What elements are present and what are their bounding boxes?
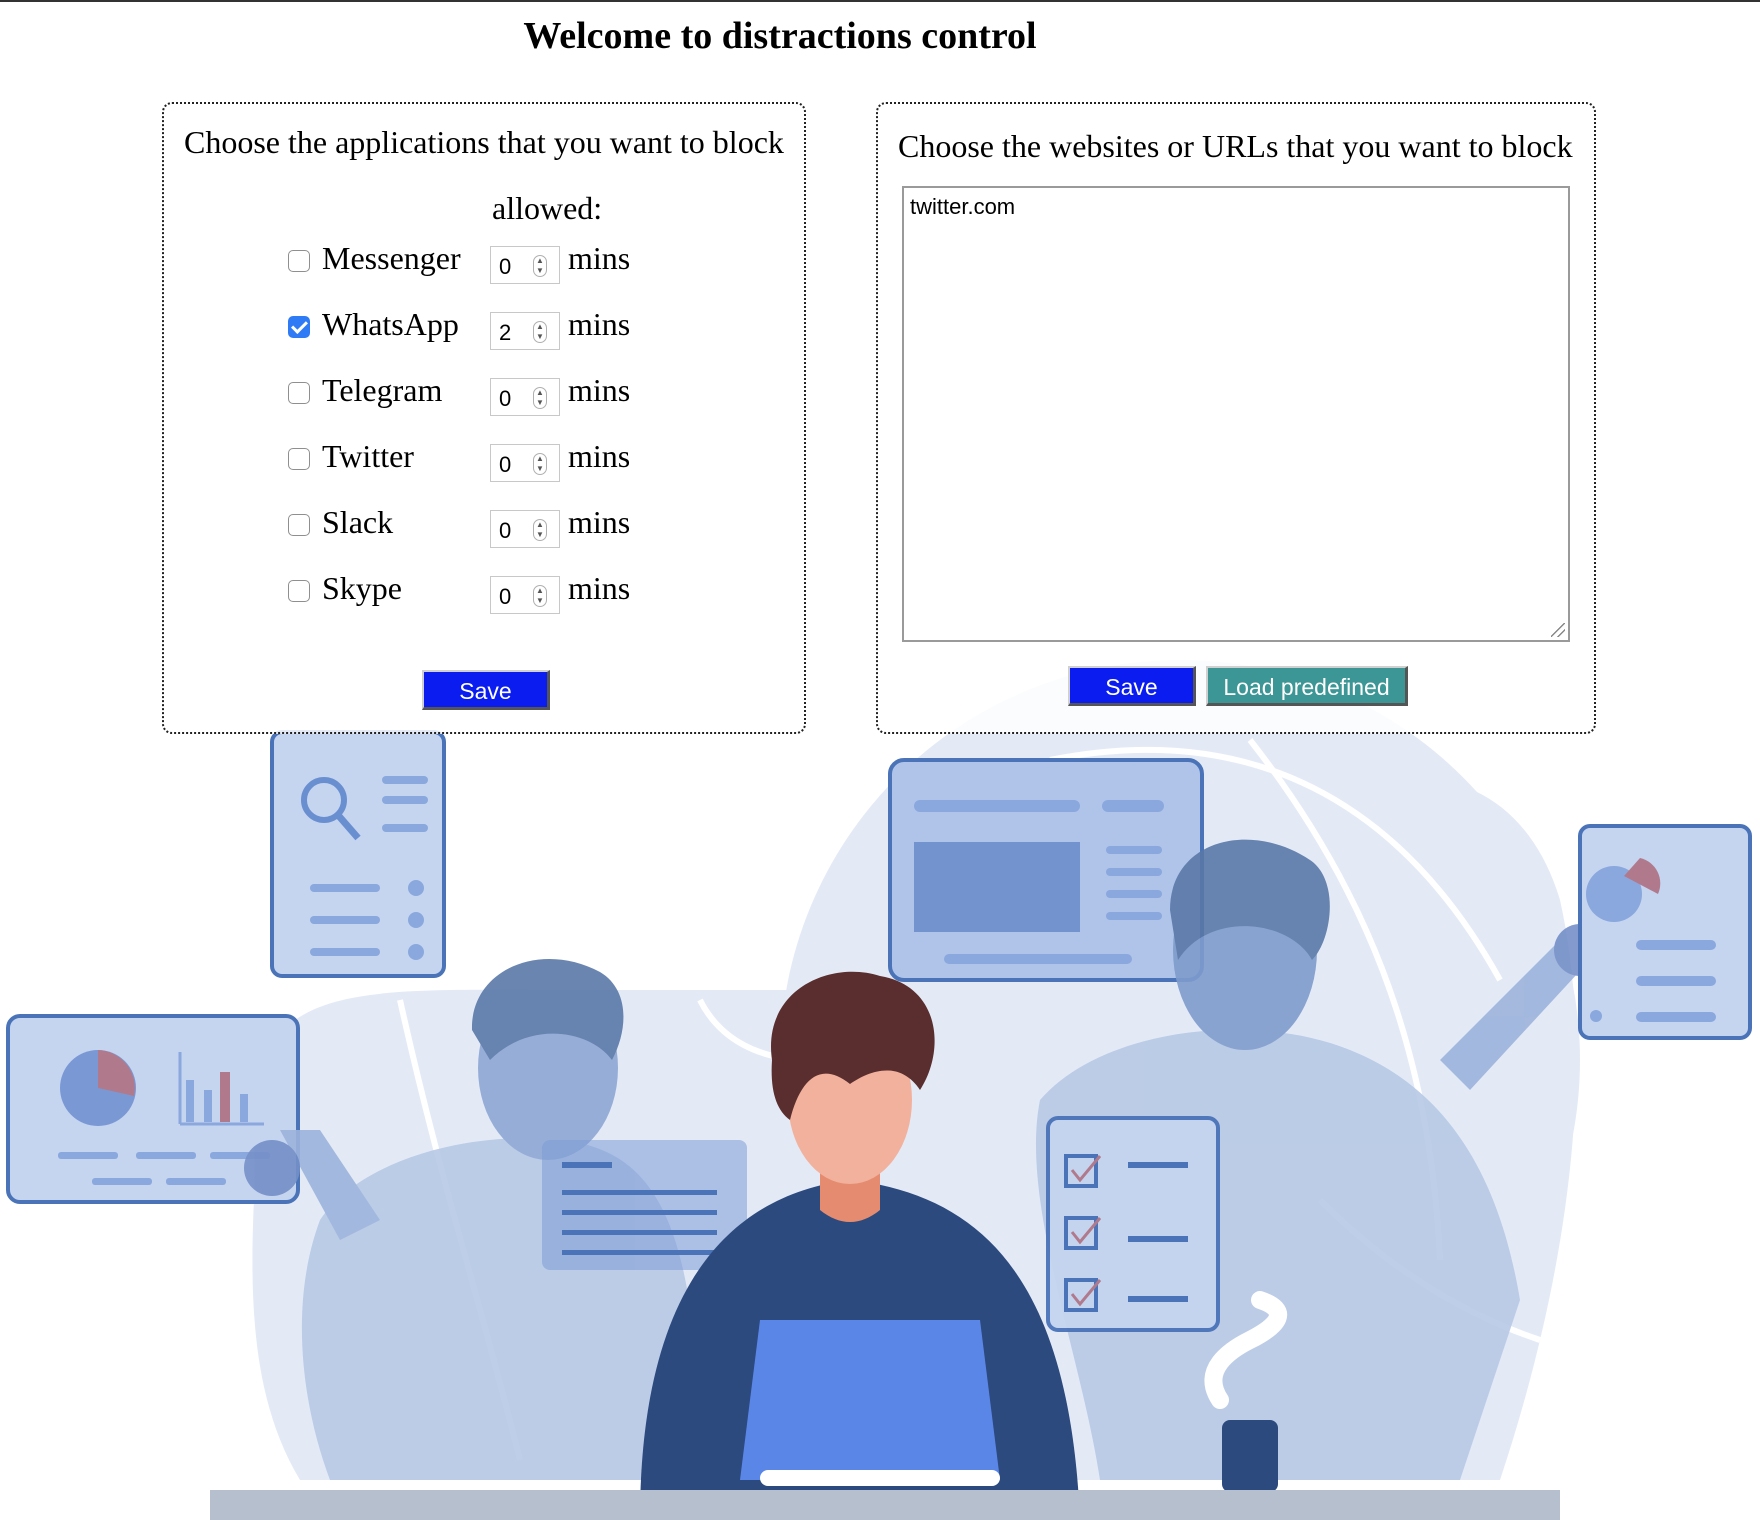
sites-save-button[interactable]: Save	[1068, 666, 1196, 706]
messenger-minutes-input[interactable]: 0 ▲ ▼	[490, 246, 560, 284]
messenger-checkbox[interactable]	[288, 250, 310, 272]
up-down-spinner-icon[interactable]: ▲ ▼	[533, 585, 547, 607]
app-row-twitter: Twitter 0 ▲ ▼ mins	[288, 438, 668, 488]
minutes-value: 0	[499, 452, 512, 477]
minutes-value: 0	[499, 518, 512, 543]
app-name: Messenger	[322, 240, 461, 276]
sites-panel-title: Choose the websites or URLs that you wan…	[898, 128, 1573, 164]
up-down-spinner-icon[interactable]: ▲ ▼	[533, 321, 547, 343]
apps-panel-title: Choose the applications that you want to…	[184, 124, 784, 160]
load-predefined-button[interactable]: Load predefined	[1206, 666, 1408, 706]
mins-label: mins	[568, 504, 631, 540]
twitter-checkbox[interactable]	[288, 448, 310, 470]
mins-label: mins	[568, 306, 631, 342]
telegram-minutes-input[interactable]: 0 ▲ ▼	[490, 378, 560, 416]
skype-checkbox[interactable]	[288, 580, 310, 602]
app-name: Skype	[322, 570, 402, 606]
block-websites-panel: Choose the websites or URLs that you wan…	[876, 102, 1596, 734]
up-down-spinner-icon[interactable]: ▲ ▼	[533, 453, 547, 475]
mins-label: mins	[568, 570, 631, 606]
search-card-icon	[270, 730, 446, 978]
app-row-messenger: Messenger 0 ▲ ▼ mins	[288, 240, 668, 290]
report-card-icon	[1578, 824, 1752, 1040]
minutes-value: 2	[499, 320, 512, 345]
browser-card-icon	[888, 758, 1204, 982]
apps-save-button[interactable]: Save	[422, 670, 550, 710]
whatsapp-minutes-input[interactable]: 2 ▲ ▼	[490, 312, 560, 350]
app-name: Slack	[322, 504, 394, 540]
minutes-value: 0	[499, 386, 512, 411]
app-row-skype: Skype 0 ▲ ▼ mins	[288, 570, 668, 620]
whatsapp-checkbox[interactable]	[288, 316, 310, 338]
slack-checkbox[interactable]	[288, 514, 310, 536]
mins-label: mins	[568, 372, 631, 408]
app-row-slack: Slack 0 ▲ ▼ mins	[288, 504, 668, 554]
app-name: WhatsApp	[322, 306, 459, 342]
textarea-content: twitter.com	[910, 194, 1016, 219]
twitter-minutes-input[interactable]: 0 ▲ ▼	[490, 444, 560, 482]
checklist-card-icon	[1046, 1116, 1220, 1332]
up-down-spinner-icon[interactable]: ▲ ▼	[533, 519, 547, 541]
app-row-whatsapp: WhatsApp 2 ▲ ▼ mins	[288, 306, 668, 356]
blocked-urls-textarea[interactable]: twitter.com	[902, 186, 1570, 642]
app-name: Twitter	[322, 438, 414, 474]
up-down-spinner-icon[interactable]: ▲ ▼	[533, 387, 547, 409]
minutes-value: 0	[499, 584, 512, 609]
block-applications-panel: Choose the applications that you want to…	[162, 102, 806, 734]
app-row-telegram: Telegram 0 ▲ ▼ mins	[288, 372, 668, 422]
up-down-spinner-icon[interactable]: ▲ ▼	[533, 255, 547, 277]
allowed-header: allowed:	[492, 190, 603, 226]
mins-label: mins	[568, 438, 631, 474]
telegram-checkbox[interactable]	[288, 382, 310, 404]
app-name: Telegram	[322, 372, 443, 408]
skype-minutes-input[interactable]: 0 ▲ ▼	[490, 576, 560, 614]
mins-label: mins	[568, 240, 631, 276]
minutes-value: 0	[499, 254, 512, 279]
slack-minutes-input[interactable]: 0 ▲ ▼	[490, 510, 560, 548]
page-title: Welcome to distractions control	[523, 15, 1037, 57]
resize-grip-icon[interactable]	[1551, 623, 1565, 637]
